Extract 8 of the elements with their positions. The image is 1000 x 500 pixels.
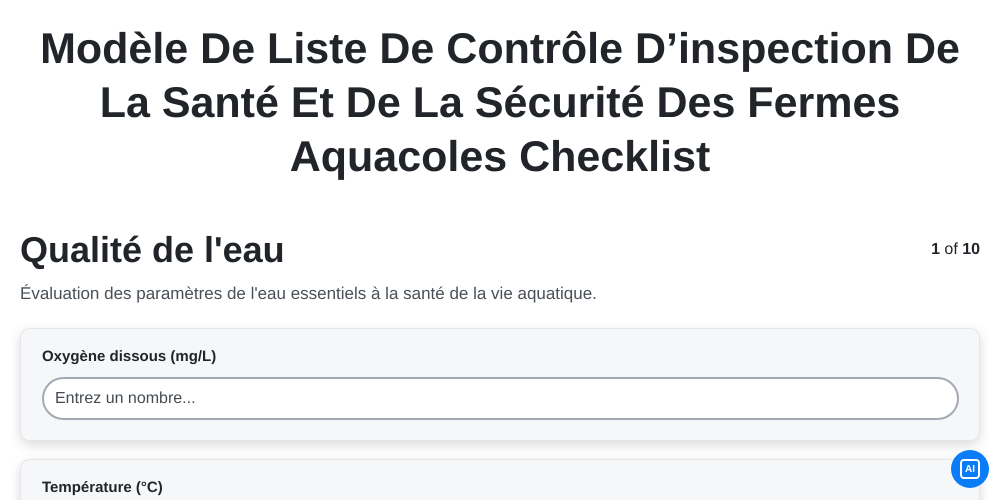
section-heading: Qualité de l'eau [20,228,285,272]
ai-assistant-button[interactable]: AI [951,450,989,488]
field-label: Température (°C) [42,480,164,496]
section-description: Évaluation des paramètres de l'eau essentiels à la santé de la vie aquatique. [20,284,598,304]
page-counter: 1 of 10 [931,241,980,259]
page-title: Modèle De Liste De Contrôle D’inspection De La Santé Et De La Sécurité Des Fermes Aquacoles Checklist [39,24,961,183]
field-label: Oxygène dissous (mg/L) [42,349,218,365]
number-field[interactable]: Entrez un nombre... [42,377,959,420]
